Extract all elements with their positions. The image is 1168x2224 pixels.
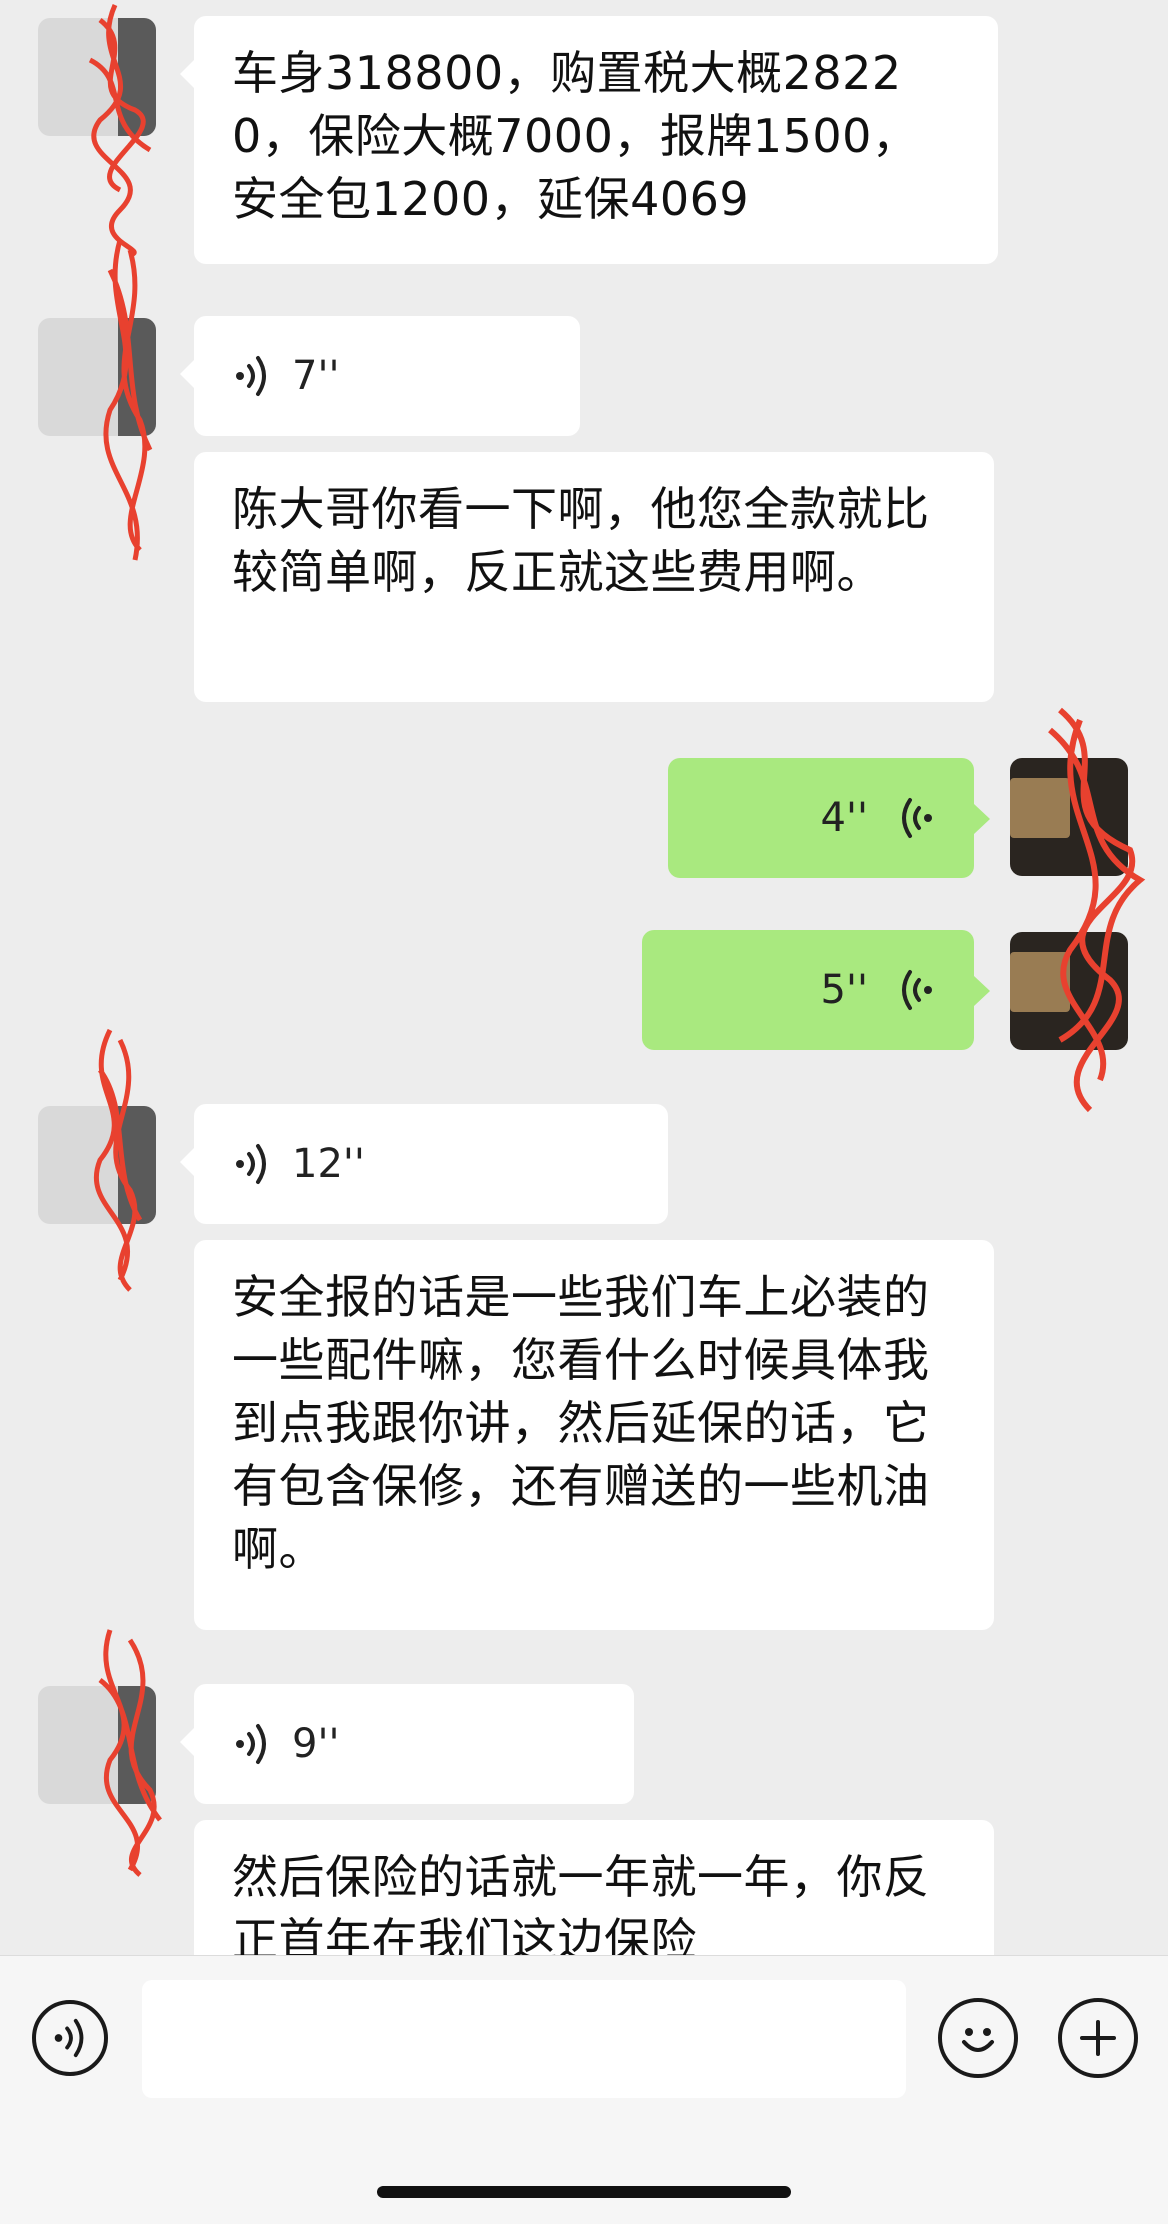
message-text: 安全报的话是一些我们车上必装的一些配件嘛，您看什么时候具体我到点我跟你讲，然后延… bbox=[232, 1270, 930, 1576]
home-indicator[interactable] bbox=[377, 2186, 791, 2198]
message-bubble-text[interactable]: 陈大哥你看一下啊，他您全款就比较简单啊，反正就这些费用啊。 bbox=[194, 452, 994, 702]
voice-message-bubble-outgoing[interactable]: 4'' bbox=[668, 758, 990, 878]
voice-duration: 7'' bbox=[292, 353, 340, 399]
voice-playback-icon bbox=[236, 1724, 266, 1764]
voice-duration: 12'' bbox=[292, 1141, 365, 1187]
more-options-button[interactable] bbox=[1058, 1998, 1138, 2078]
voice-playback-icon bbox=[236, 1144, 266, 1184]
voice-playback-icon bbox=[902, 970, 932, 1010]
voice-playback-icon bbox=[236, 356, 266, 396]
message-bubble-text[interactable]: 然后保险的话就一年就一年，你反正首年在我们这边保险 bbox=[194, 1820, 994, 1955]
message-bubble-text[interactable]: 安全报的话是一些我们车上必装的一些配件嘛，您看什么时候具体我到点我跟你讲，然后延… bbox=[194, 1240, 994, 1630]
emoji-icon bbox=[962, 2028, 994, 2052]
message-bubble-text[interactable]: 车身318800，购置税大概28220，保险大概7000，报牌1500，安全包1… bbox=[180, 16, 998, 264]
contact-avatar[interactable] bbox=[38, 318, 156, 436]
emoji-button[interactable] bbox=[938, 1998, 1018, 2078]
voice-duration: 9'' bbox=[292, 1721, 340, 1767]
voice-playback-icon bbox=[902, 798, 932, 838]
message-text: 陈大哥你看一下啊，他您全款就比较简单啊，反正就这些费用啊。 bbox=[232, 482, 930, 599]
contact-avatar[interactable] bbox=[38, 1686, 156, 1804]
voice-mode-button[interactable] bbox=[32, 2000, 108, 2076]
my-avatar[interactable] bbox=[1010, 758, 1128, 876]
contact-avatar[interactable] bbox=[38, 1106, 156, 1224]
my-avatar[interactable] bbox=[1010, 932, 1128, 1050]
plus-icon bbox=[1080, 2020, 1116, 2056]
chat-area[interactable]: 车身318800，购置税大概28220，保险大概7000，报牌1500，安全包1… bbox=[0, 0, 1168, 1955]
voice-message-bubble[interactable]: 7'' bbox=[180, 316, 580, 436]
message-text: 然后保险的话就一年就一年，你反正首年在我们这边保险 bbox=[232, 1850, 930, 1955]
voice-duration: 5'' bbox=[820, 967, 868, 1013]
voice-message-bubble[interactable]: 9'' bbox=[180, 1684, 634, 1804]
voice-duration: 4'' bbox=[820, 795, 868, 841]
voice-message-bubble-outgoing[interactable]: 5'' bbox=[642, 930, 990, 1050]
message-input[interactable] bbox=[142, 1980, 906, 2098]
contact-avatar[interactable] bbox=[38, 18, 156, 136]
voice-mode-icon bbox=[54, 2018, 84, 2058]
voice-message-bubble[interactable]: 12'' bbox=[180, 1104, 668, 1224]
message-text: 车身318800，购置税大概28220，保险大概7000，报牌1500，安全包1… bbox=[232, 46, 919, 226]
